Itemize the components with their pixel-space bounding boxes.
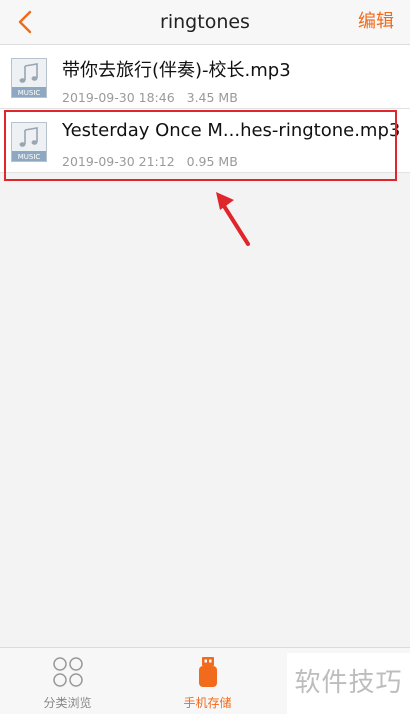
top-bar: ringtones 编辑 bbox=[0, 0, 410, 45]
tab-browse-label: 分类浏览 bbox=[43, 696, 92, 710]
file-row[interactable]: MUSIC Yesterday Once M...hes-ringtone.mp… bbox=[0, 109, 410, 173]
usb-storage-icon bbox=[198, 657, 217, 687]
file-size: 3.45 MB bbox=[186, 90, 238, 105]
file-meta: 2019-09-30 21:12 0.95 MB bbox=[62, 154, 246, 169]
tab-storage[interactable]: 手机存储 bbox=[140, 648, 275, 714]
file-list: MUSIC 带你去旅行(伴奏)-校长.mp3 2019-09-30 18:46 … bbox=[0, 45, 410, 173]
edit-button[interactable]: 编辑 bbox=[358, 0, 394, 44]
watermark-text: 软件技巧 bbox=[287, 653, 410, 714]
music-file-icon: MUSIC bbox=[11, 122, 47, 162]
four-circles-icon bbox=[52, 657, 83, 687]
file-date: 2019-09-30 18:46 bbox=[62, 90, 175, 105]
music-file-icon: MUSIC bbox=[11, 58, 47, 98]
tab-browse[interactable]: 分类浏览 bbox=[0, 648, 135, 714]
tab-storage-label: 手机存储 bbox=[183, 696, 232, 710]
file-name: Yesterday Once M...hes-ringtone.mp3 bbox=[62, 120, 401, 141]
file-meta: 2019-09-30 18:46 3.45 MB bbox=[62, 90, 246, 105]
file-size: 0.95 MB bbox=[186, 154, 238, 169]
page-title: ringtones bbox=[160, 11, 250, 33]
file-row[interactable]: MUSIC 带你去旅行(伴奏)-校长.mp3 2019-09-30 18:46 … bbox=[0, 45, 410, 109]
music-badge-text: MUSIC bbox=[18, 89, 41, 97]
file-name: 带你去旅行(伴奏)-校长.mp3 bbox=[62, 60, 291, 81]
file-date: 2019-09-30 21:12 bbox=[62, 154, 175, 169]
music-badge-text: MUSIC bbox=[18, 153, 41, 161]
pointer-arrow-icon bbox=[216, 192, 250, 246]
